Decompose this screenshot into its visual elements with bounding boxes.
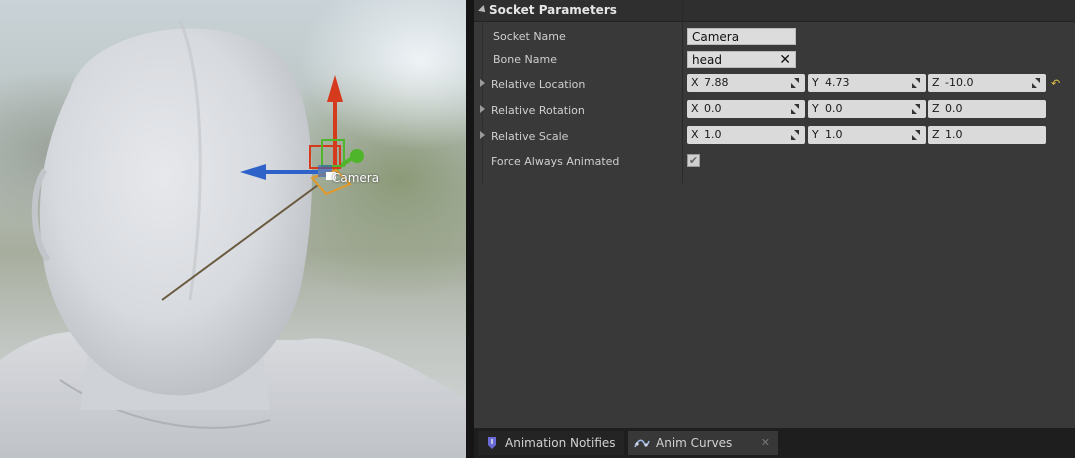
rotation-y-field[interactable]: Y 0.0 xyxy=(808,100,926,118)
relative-scale-label: Relative Scale xyxy=(491,130,569,143)
curves-icon xyxy=(634,439,650,448)
spin-icon[interactable] xyxy=(791,104,799,114)
force-always-animated-checkbox[interactable]: ✔ xyxy=(687,154,700,167)
spin-icon[interactable] xyxy=(1032,78,1040,88)
clear-icon[interactable]: ✕ xyxy=(779,52,791,69)
details-panel: Socket Parameters Socket Name Camera Bon… xyxy=(474,0,1075,428)
spin-icon[interactable] xyxy=(912,130,920,140)
mannequin-head xyxy=(39,28,312,396)
row-bone-name: Bone Name head ✕ xyxy=(474,47,1075,73)
bone-name-value: head xyxy=(692,53,722,67)
spin-icon[interactable] xyxy=(912,78,920,88)
axis-x-label: X xyxy=(691,76,699,89)
location-z-value: -10.0 xyxy=(945,76,974,89)
tab-anim-curves[interactable]: Anim Curves ✕ xyxy=(628,431,778,455)
socket-name-label: Socket Name xyxy=(493,30,566,43)
socket-label: Camera xyxy=(332,171,380,185)
tab-label: Animation Notifies xyxy=(505,436,616,450)
location-x-field[interactable]: X 7.88 xyxy=(687,74,805,92)
section-header[interactable]: Socket Parameters xyxy=(474,0,1075,22)
scale-z-value: 1.0 xyxy=(945,128,963,141)
section-title: Socket Parameters xyxy=(489,3,617,17)
force-always-animated-label: Force Always Animated xyxy=(491,155,620,168)
rotation-z-value: 0.0 xyxy=(945,102,963,115)
axis-z-label: Z xyxy=(932,76,940,89)
spin-icon[interactable] xyxy=(912,104,920,114)
rotation-z-field[interactable]: Z 0.0 xyxy=(928,100,1046,118)
panel-divider[interactable] xyxy=(466,0,474,458)
viewport-scene xyxy=(0,19,466,458)
bone-name-input[interactable]: head ✕ xyxy=(687,51,796,68)
bone-name-label: Bone Name xyxy=(493,53,557,66)
tab-label: Anim Curves xyxy=(656,436,733,450)
location-y-field[interactable]: Y 4.73 xyxy=(808,74,926,92)
expand-arrow-icon[interactable] xyxy=(480,131,485,139)
viewport[interactable]: Camera xyxy=(0,0,466,458)
socket-name-input[interactable]: Camera xyxy=(687,28,796,45)
axis-x-label: X xyxy=(691,102,699,115)
close-tab-icon[interactable]: ✕ xyxy=(761,431,770,455)
axis-x-label: X xyxy=(691,128,699,141)
scale-z-field[interactable]: Z 1.0 xyxy=(928,126,1046,144)
axis-z-label: Z xyxy=(932,128,940,141)
spin-icon[interactable] xyxy=(791,130,799,140)
axis-y-label: Y xyxy=(812,76,819,89)
axis-z-label: Z xyxy=(932,102,940,115)
rotation-x-value: 0.0 xyxy=(704,102,722,115)
relative-location-label: Relative Location xyxy=(491,78,586,91)
location-x-value: 7.88 xyxy=(704,76,729,89)
row-relative-rotation: Relative Rotation X 0.0 Y 0.0 Z 0.0 xyxy=(474,97,1075,123)
row-relative-scale: Relative Scale X 1.0 Y 1.0 Z 1.0 xyxy=(474,123,1075,149)
location-z-field[interactable]: Z -10.0 xyxy=(928,74,1046,92)
reset-to-default-icon[interactable]: ↶ xyxy=(1051,77,1060,90)
row-relative-location: Relative Location X 7.88 Y 4.73 Z -10.0 … xyxy=(474,71,1075,97)
spin-icon[interactable] xyxy=(791,78,799,88)
axis-y-label: Y xyxy=(812,102,819,115)
tab-animation-notifies[interactable]: Animation Notifies xyxy=(478,431,624,455)
bottom-tab-bar: Animation Notifies Anim Curves ✕ xyxy=(474,428,1075,458)
row-force-always-animated: Force Always Animated ✔ xyxy=(474,148,1075,174)
relative-rotation-label: Relative Rotation xyxy=(491,104,585,117)
scale-y-value: 1.0 xyxy=(825,128,843,141)
scale-x-value: 1.0 xyxy=(704,128,722,141)
expand-arrow-icon[interactable] xyxy=(480,79,485,87)
location-y-value: 4.73 xyxy=(825,76,850,89)
expand-arrow-icon[interactable] xyxy=(480,105,485,113)
collapse-arrow-icon[interactable] xyxy=(478,5,488,15)
notify-icon xyxy=(488,437,496,449)
scale-y-field[interactable]: Y 1.0 xyxy=(808,126,926,144)
rotation-x-field[interactable]: X 0.0 xyxy=(687,100,805,118)
scale-x-field[interactable]: X 1.0 xyxy=(687,126,805,144)
rotation-y-value: 0.0 xyxy=(825,102,843,115)
axis-y-label: Y xyxy=(812,128,819,141)
